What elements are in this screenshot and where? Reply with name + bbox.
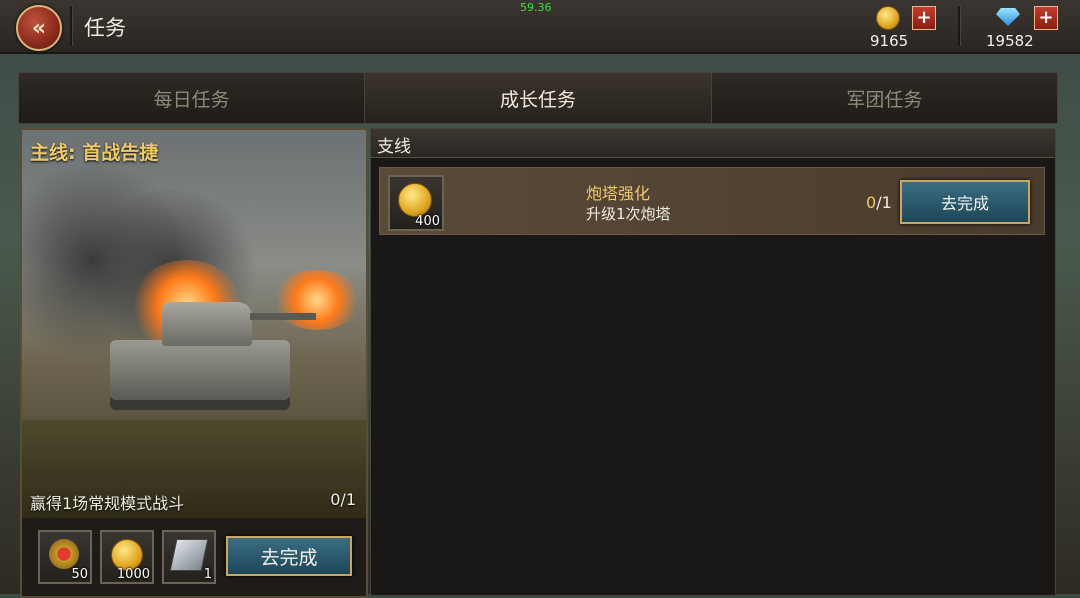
gold-amount: 9165 bbox=[870, 32, 909, 50]
reward-count: 400 bbox=[415, 214, 440, 229]
tab-daily[interactable]: 每日任务 bbox=[19, 73, 366, 123]
gem-amount: 19582 bbox=[986, 32, 1034, 50]
gold-coin-icon bbox=[398, 183, 432, 217]
reward-count: 50 bbox=[71, 567, 88, 582]
task-progress-total: /1 bbox=[876, 193, 892, 212]
reward-medal[interactable]: 50 bbox=[38, 530, 92, 584]
gold-coin-icon bbox=[876, 6, 900, 30]
divider bbox=[958, 6, 960, 46]
task-description: 升级1次炮塔 bbox=[586, 205, 671, 223]
task-go-button[interactable]: 去完成 bbox=[900, 180, 1030, 224]
branch-task-panel: 支线 400 炮塔强化 升级1次炮塔 0/1 去完成 bbox=[370, 128, 1056, 596]
main-mission-title: 主线: 首战告捷 bbox=[30, 142, 159, 164]
double-chevron-left-icon: « bbox=[31, 15, 47, 41]
reward-row: 50 1000 1 去完成 bbox=[22, 518, 366, 596]
top-bar: « 任务 59.36 + 9165 + 19582 bbox=[0, 0, 1080, 54]
armor-plate-icon bbox=[169, 539, 209, 571]
page-title: 任务 bbox=[84, 16, 126, 40]
task-title: 炮塔强化 bbox=[586, 184, 651, 203]
back-button[interactable]: « bbox=[16, 5, 62, 51]
main-mission-progress: 0/1 bbox=[330, 490, 356, 509]
main-mission-card: 主线: 首战告捷 赢得1场常规模式战斗 0/1 50 1000 1 去完成 bbox=[20, 128, 368, 598]
task-row: 400 炮塔强化 升级1次炮塔 0/1 去完成 bbox=[379, 167, 1045, 235]
gold-currency: + 9165 bbox=[870, 4, 950, 50]
task-progress-current: 0 bbox=[866, 193, 877, 212]
task-progress: 0/1 bbox=[866, 193, 892, 212]
task-tabs: 每日任务 成长任务 军团任务 bbox=[18, 72, 1058, 124]
add-gems-button[interactable]: + bbox=[1034, 6, 1058, 30]
tank-turret bbox=[162, 302, 252, 346]
muzzle-flash bbox=[272, 270, 362, 330]
reward-count: 1000 bbox=[116, 567, 150, 582]
diamond-icon bbox=[996, 8, 1020, 26]
mission-artwork: 主线: 首战告捷 赢得1场常规模式战斗 0/1 bbox=[22, 130, 366, 518]
reward-count: 1 bbox=[203, 567, 212, 582]
fps-counter: 59.36 bbox=[520, 1, 552, 14]
tank-icon bbox=[110, 340, 290, 400]
divider bbox=[70, 6, 72, 46]
main-mission-go-button[interactable]: 去完成 bbox=[226, 536, 352, 576]
gem-currency: + 19582 bbox=[980, 4, 1060, 50]
branch-header: 支线 bbox=[371, 129, 1055, 158]
main-mission-description: 赢得1场常规模式战斗 bbox=[30, 494, 185, 513]
task-reward[interactable]: 400 bbox=[388, 175, 444, 231]
tank-gun bbox=[250, 313, 316, 320]
tab-legion[interactable]: 军团任务 bbox=[712, 73, 1057, 123]
branch-title: 支线 bbox=[377, 137, 411, 157]
reward-armor[interactable]: 1 bbox=[162, 530, 216, 584]
add-gold-button[interactable]: + bbox=[912, 6, 936, 30]
tab-growth[interactable]: 成长任务 bbox=[365, 73, 712, 123]
reward-gold[interactable]: 1000 bbox=[100, 530, 154, 584]
medal-icon bbox=[49, 539, 79, 569]
